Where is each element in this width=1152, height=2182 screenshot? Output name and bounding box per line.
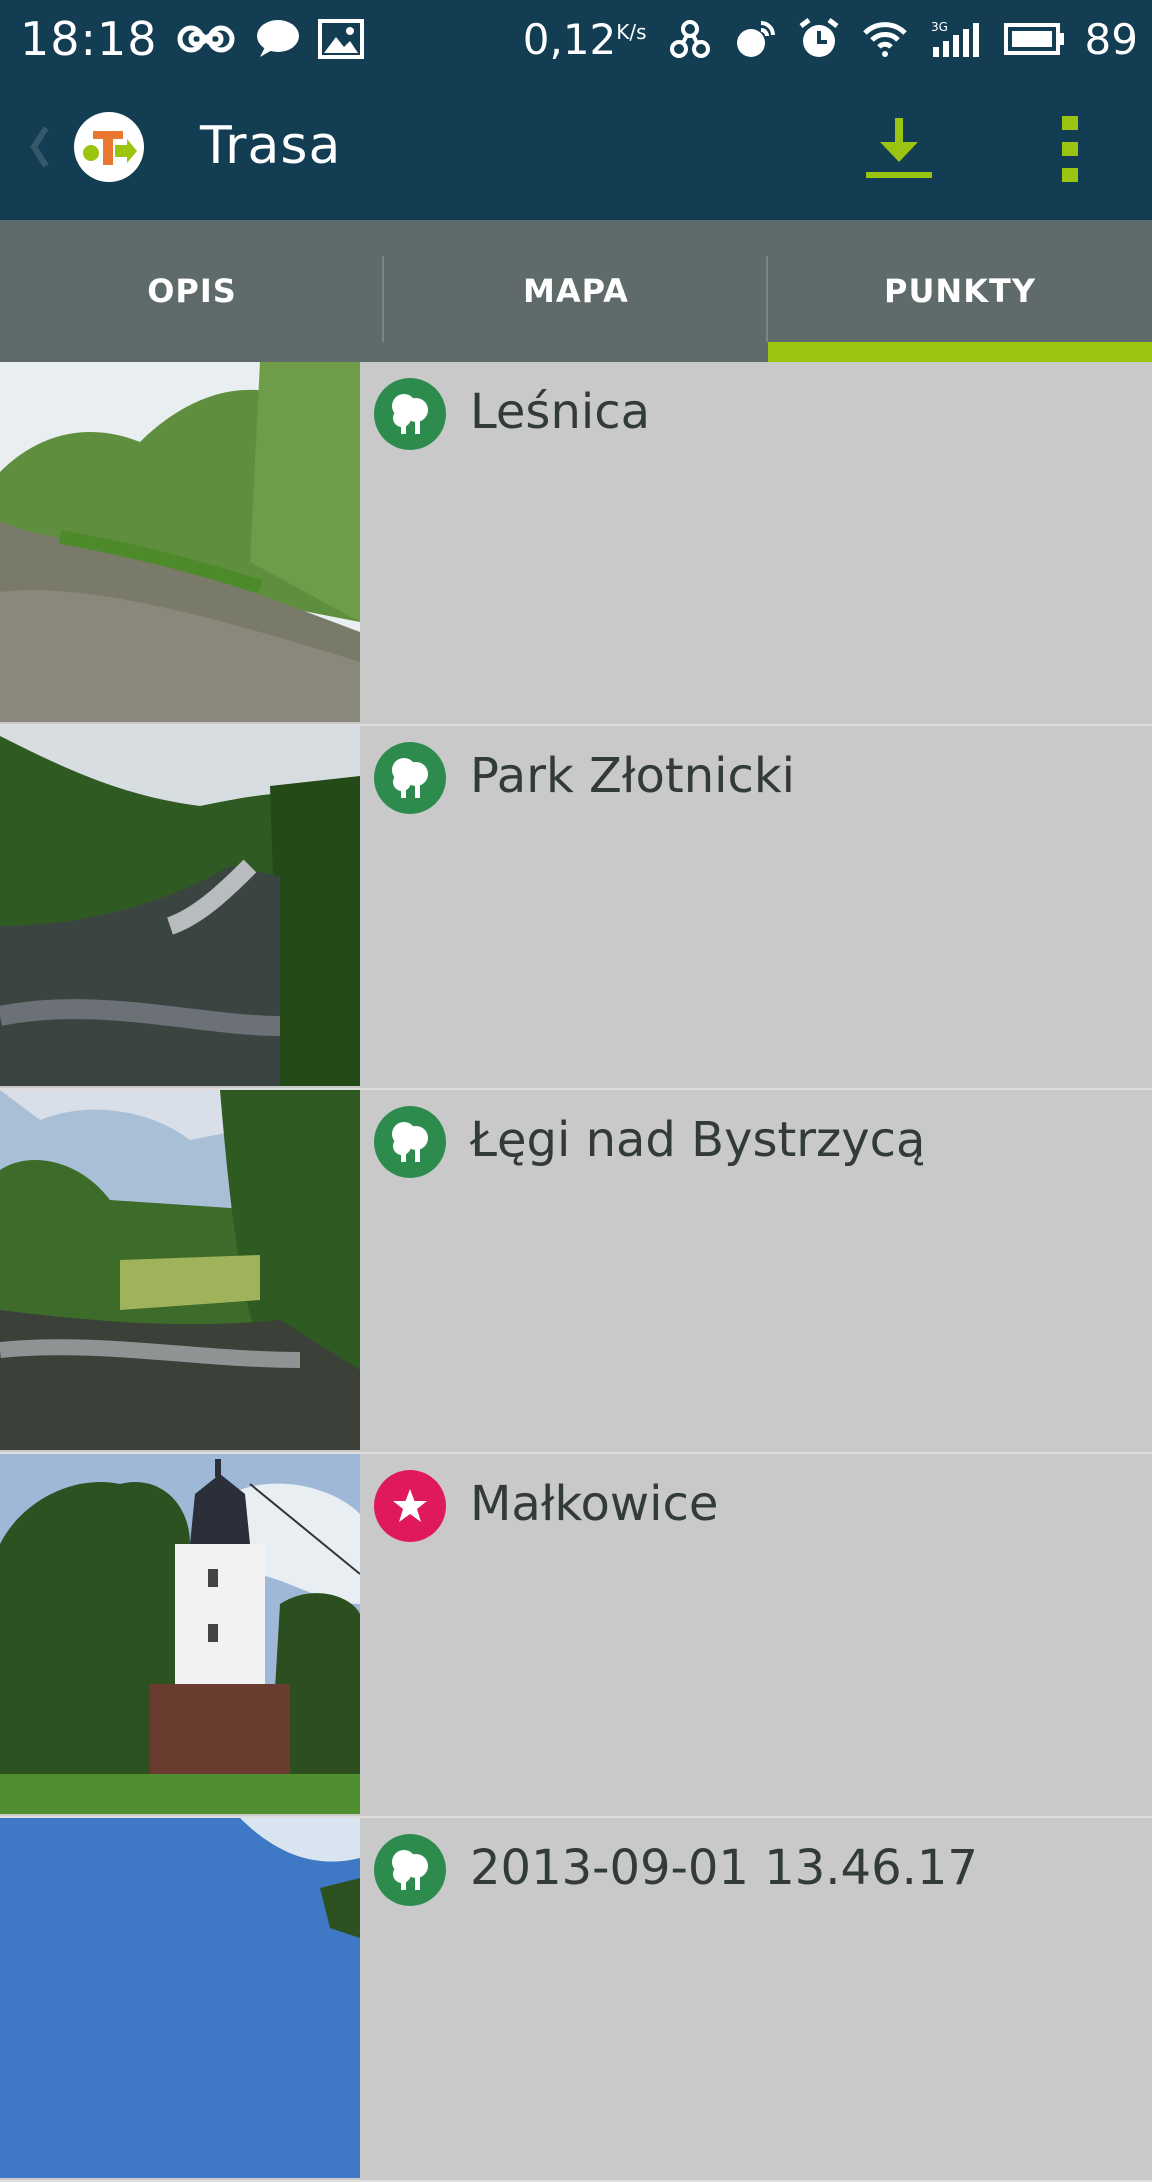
back-chevron-icon[interactable] <box>28 124 50 174</box>
net-speed-unit: K/s <box>616 19 647 44</box>
point-thumbnail <box>0 1818 360 2178</box>
point-name: Park Złotnicki <box>470 748 795 804</box>
page-title: Trasa <box>200 116 342 176</box>
tab-label: OPIS <box>147 272 237 310</box>
point-thumbnail <box>0 726 360 1086</box>
overflow-menu-button[interactable] <box>1055 114 1085 184</box>
tree-icon <box>374 742 446 814</box>
list-item[interactable]: Małkowice <box>0 1454 1152 1818</box>
list-item[interactable]: 2013-09-01 13.46.17 <box>0 1818 1152 2182</box>
battery-level: 89 <box>1084 14 1138 64</box>
list-item[interactable]: Łęgi nad Bystrzycą <box>0 1090 1152 1454</box>
point-name: Małkowice <box>470 1476 719 1532</box>
app-logo[interactable] <box>74 112 144 182</box>
gps-icon <box>733 19 777 59</box>
status-bar: 18:18 0,12K/s 3G 89 <box>0 0 1152 78</box>
signal-3g-icon: 3G <box>929 19 983 59</box>
net-speed: 0,12 <box>522 14 617 64</box>
battery-icon <box>1003 21 1065 57</box>
point-name: 2013-09-01 13.46.17 <box>470 1840 978 1896</box>
tab-bar: OPIS MAPA PUNKTY <box>0 220 1152 362</box>
tab-opis[interactable]: OPIS <box>0 220 384 362</box>
alarm-icon <box>797 18 841 60</box>
app-bar: Trasa <box>0 78 1152 220</box>
overflow-menu-icon <box>1062 116 1078 182</box>
point-name: Leśnica <box>470 384 650 440</box>
svg-text:3G: 3G <box>931 20 948 34</box>
infinity-icon <box>176 22 236 56</box>
status-time: 18:18 <box>20 12 158 66</box>
point-name: Łęgi nad Bystrzycą <box>470 1112 926 1168</box>
tab-mapa[interactable]: MAPA <box>384 220 768 362</box>
wifi-icon <box>861 19 909 59</box>
point-thumbnail <box>0 1090 360 1450</box>
point-thumbnail <box>0 1454 360 1814</box>
list-item[interactable]: Leśnica <box>0 362 1152 726</box>
network-icon <box>667 19 713 59</box>
list-item[interactable]: Park Złotnicki <box>0 726 1152 1090</box>
tab-punkty[interactable]: PUNKTY <box>768 220 1152 362</box>
tab-label: MAPA <box>523 272 629 310</box>
tree-icon <box>374 1834 446 1906</box>
download-icon <box>866 118 932 178</box>
star-icon <box>374 1470 446 1542</box>
chat-icon <box>254 19 300 59</box>
image-icon <box>317 19 364 59</box>
tree-icon <box>374 1106 446 1178</box>
download-button[interactable] <box>862 114 936 184</box>
tree-icon <box>374 378 446 450</box>
point-thumbnail <box>0 362 360 722</box>
points-list: Leśnica Park Złotnicki Łęgi nad Bystrzyc… <box>0 362 1152 2182</box>
tab-label: PUNKTY <box>883 272 1036 310</box>
